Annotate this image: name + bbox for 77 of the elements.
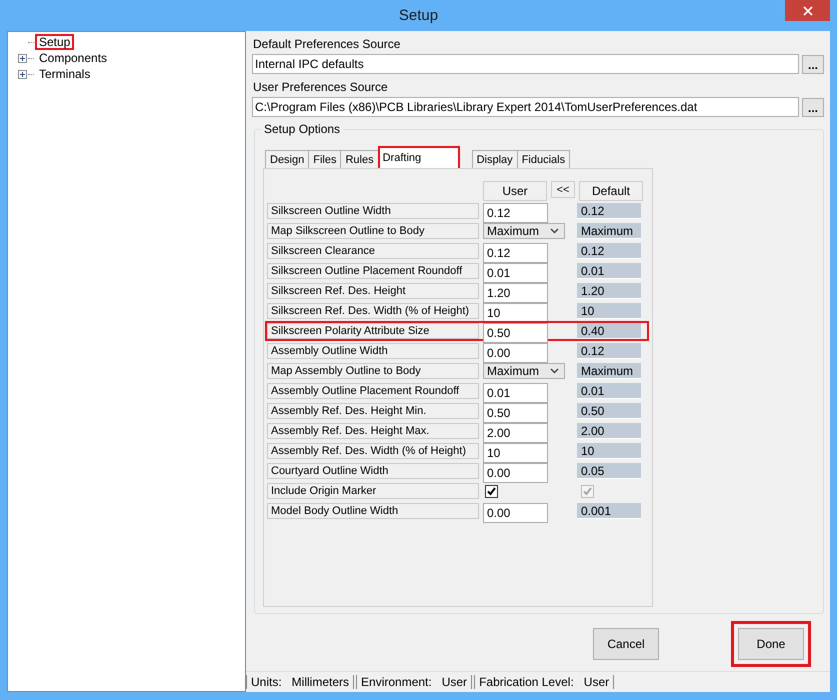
expand-icon[interactable] — [18, 70, 27, 78]
setting-label: Silkscreen Outline Width — [267, 203, 479, 219]
close-icon — [802, 6, 812, 16]
checkmark-icon — [486, 486, 497, 496]
default-value: 0.12 — [577, 203, 641, 219]
dialog-button[interactable]: Done — [738, 628, 804, 660]
setting-label: Silkscreen Polarity Attribute Size — [267, 323, 479, 339]
value-field[interactable]: 0.00 — [483, 343, 548, 363]
dialog-button[interactable]: Cancel — [593, 628, 659, 660]
setting-label: Assembly Ref. Des. Height Max. — [267, 423, 479, 439]
setting-label: Model Body Outline Width — [267, 503, 479, 519]
setting-label: Map Silkscreen Outline to Body — [267, 223, 479, 239]
setting-label: Assembly Ref. Des. Height Min. — [267, 403, 479, 419]
window-title: Setup — [398, 7, 438, 24]
value-field[interactable]: 2.00 — [483, 423, 548, 443]
default-value: 0.001 — [577, 503, 641, 519]
default-value: 0.05 — [577, 463, 641, 479]
field-label: Default Preferences Source — [253, 37, 402, 51]
browse-button[interactable]: ... — [802, 55, 824, 74]
value-field[interactable]: 0.12 — [483, 203, 548, 223]
chevron-down-icon — [550, 368, 559, 374]
setting-label: Assembly Ref. Des. Width (% of Height) — [267, 443, 479, 459]
value-field[interactable]: 0.01 — [483, 383, 548, 403]
value-field[interactable]: 10 — [483, 303, 548, 323]
tree-item[interactable]: Components — [35, 50, 112, 66]
default-value: 0.01 — [577, 263, 641, 279]
dropdown[interactable]: Maximum — [483, 223, 565, 239]
tree-item[interactable]: Terminals — [35, 66, 94, 82]
setting-label: Silkscreen Ref. Des. Width (% of Height) — [267, 303, 479, 319]
default-source-field[interactable]: Internal IPC defaults — [252, 54, 799, 74]
tab[interactable]: Display — [472, 150, 518, 168]
expand-icon[interactable] — [18, 54, 27, 62]
status-item: Units: Millimeters — [246, 675, 354, 690]
default-value: 10 — [577, 303, 641, 319]
value-field[interactable]: 0.00 — [483, 503, 548, 523]
status-item: Environment: User — [356, 675, 472, 690]
default-value: 0.40 — [577, 323, 641, 339]
tab[interactable]: Design — [265, 150, 310, 168]
setting-label: Include Origin Marker — [267, 483, 479, 499]
dropdown[interactable]: Maximum — [483, 363, 565, 379]
group-title: Setup Options — [261, 122, 344, 136]
tab[interactable]: Drafting — [378, 146, 460, 168]
default-value: 0.12 — [577, 243, 641, 259]
setting-label: Courtyard Outline Width — [267, 463, 479, 479]
setting-label: Silkscreen Clearance — [267, 243, 479, 259]
default-value: 10 — [577, 443, 641, 459]
setting-label: Silkscreen Outline Placement Roundoff — [267, 263, 479, 279]
close-button[interactable] — [785, 0, 830, 21]
status-item: Fabrication Level: User — [474, 675, 614, 690]
value-field[interactable]: 10 — [483, 443, 548, 463]
default-value: 1.20 — [577, 283, 641, 299]
tree-item[interactable]: Setup — [35, 34, 74, 50]
setting-label: Assembly Outline Placement Roundoff — [267, 383, 479, 399]
default-value: 0.50 — [577, 403, 641, 419]
copy-defaults-button[interactable]: << — [551, 181, 575, 198]
value-field[interactable]: 0.50 — [483, 323, 548, 343]
checkbox[interactable] — [485, 484, 498, 498]
field-label: User Preferences Source — [253, 80, 389, 94]
user-source-field[interactable]: C:\Program Files (x86)\PCB Libraries\Library Expert 2014\TomUserPreferences.dat — [252, 97, 799, 117]
browse-button[interactable]: ... — [802, 98, 824, 117]
tab[interactable]: Fiducials — [516, 150, 570, 168]
default-value: 0.12 — [577, 343, 641, 359]
value-field[interactable]: 0.12 — [483, 243, 548, 263]
column-header: User — [483, 181, 547, 201]
value-field[interactable]: 0.01 — [483, 263, 548, 283]
default-value: Maximum — [577, 363, 641, 379]
chevron-down-icon — [550, 228, 559, 234]
default-value: Maximum — [577, 223, 641, 239]
value-field[interactable]: 0.50 — [483, 403, 548, 423]
value-field[interactable]: 0.00 — [483, 463, 548, 483]
value-field[interactable]: 1.20 — [483, 283, 548, 303]
setting-label: Map Assembly Outline to Body — [267, 363, 479, 379]
setting-label: Silkscreen Ref. Des. Height — [267, 283, 479, 299]
default-value: 0.01 — [577, 383, 641, 399]
default-value: 2.00 — [577, 423, 641, 439]
column-header: Default — [579, 181, 643, 201]
setting-label: Assembly Outline Width — [267, 343, 479, 359]
